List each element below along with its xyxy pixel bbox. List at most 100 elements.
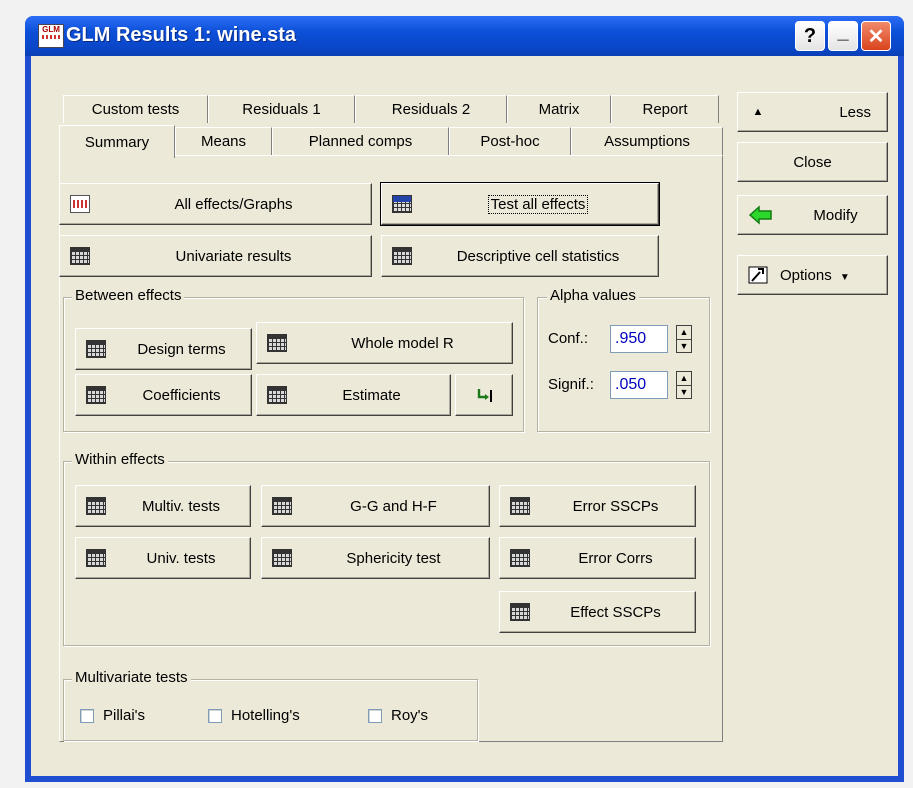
button-label: Error Corrs [578, 549, 653, 567]
button-label: Univariate results [175, 247, 292, 265]
gg-hf-button[interactable]: G-G and H-F [261, 485, 490, 527]
error-corrs-button[interactable]: Error Corrs [499, 537, 696, 579]
button-label: Close [793, 153, 832, 171]
help-icon: ? [803, 24, 817, 47]
tab-assumptions[interactable]: Assumptions [571, 127, 723, 155]
within-effects-title: Within effects [72, 451, 168, 468]
tab-label: Residuals 2 [391, 101, 471, 118]
button-label: Estimate [342, 386, 401, 404]
options-label: Options [780, 266, 832, 284]
estimate-button[interactable]: Estimate [256, 374, 451, 416]
spreadsheet-icon [267, 386, 287, 404]
spreadsheet-icon [272, 497, 292, 515]
signif-input[interactable]: .050 [610, 371, 668, 399]
minimize-icon: _ [837, 20, 849, 43]
minimize-button[interactable]: _ [828, 21, 858, 51]
close-icon: ✕ [867, 25, 885, 48]
between-effects-title: Between effects [72, 287, 185, 304]
multiv-tests-button[interactable]: Multiv. tests [75, 485, 251, 527]
spin-down-icon[interactable]: ▼ [677, 385, 691, 399]
tab-summary[interactable]: Summary [59, 125, 175, 158]
button-label: Options ▼ [768, 267, 887, 284]
less-button[interactable]: ▲ Less [737, 92, 888, 132]
spreadsheet-icon [267, 334, 287, 352]
signif-label: Signif.: [548, 376, 594, 393]
test-all-effects-button[interactable]: Test all effects [380, 182, 660, 226]
univ-tests-button[interactable]: Univ. tests [75, 537, 251, 579]
help-button[interactable]: ? [795, 21, 825, 51]
button-label: Sphericity test [346, 549, 441, 567]
coefficients-button[interactable]: Coefficients [75, 374, 252, 416]
tab-label: Report [642, 101, 688, 118]
button-label: Multiv. tests [141, 497, 221, 515]
tab-label: Residuals 1 [242, 101, 321, 118]
spreadsheet-icon [272, 549, 292, 567]
spreadsheet-icon [86, 549, 106, 567]
estimate-options-button[interactable] [455, 374, 513, 416]
conf-input[interactable]: .950 [610, 325, 668, 353]
tab-label: Planned comps [308, 133, 413, 150]
spreadsheet-icon [86, 340, 106, 358]
arrow-left-icon [748, 205, 772, 225]
button-label: Coefficients [142, 386, 221, 404]
hotellings-checkbox[interactable]: Hotelling's [208, 707, 300, 724]
wrench-icon [748, 266, 768, 284]
tab-means[interactable]: Means [175, 127, 272, 155]
glm-app-icon: GLM [38, 24, 64, 48]
tab-residuals-2[interactable]: Residuals 2 [355, 95, 507, 123]
checkbox-label: Roy's [391, 707, 429, 724]
spin-up-icon[interactable]: ▲ [677, 326, 691, 339]
button-label: Error SSCPs [572, 497, 659, 515]
checkbox-box[interactable] [208, 708, 222, 723]
window-title: GLM Results 1: wine.sta [66, 24, 297, 46]
signif-spinner[interactable]: ▲ ▼ [676, 371, 692, 399]
checkbox-box[interactable] [80, 708, 94, 723]
sphericity-test-button[interactable]: Sphericity test [261, 537, 490, 579]
design-terms-button[interactable]: Design terms [75, 328, 252, 370]
spreadsheet-icon [70, 247, 90, 265]
tab-report[interactable]: Report [611, 95, 719, 123]
tab-residuals-1[interactable]: Residuals 1 [208, 95, 355, 123]
checkbox-label: Pillai's [103, 707, 146, 724]
options-menu-button[interactable]: Options ▼ [737, 255, 888, 295]
spreadsheet-icon [86, 386, 106, 404]
summary-table-icon [392, 195, 412, 213]
spreadsheet-icon [392, 247, 412, 265]
tab-label: Assumptions [604, 133, 690, 150]
button-label: Whole model R [351, 334, 454, 352]
all-effects-graphs-button[interactable]: All effects/Graphs [59, 183, 372, 225]
arrow-down-right-icon [477, 389, 492, 402]
modify-button[interactable]: Modify [737, 195, 888, 235]
alpha-values-title: Alpha values [547, 287, 639, 304]
tab-custom-tests[interactable]: Custom tests [63, 95, 208, 123]
univariate-results-button[interactable]: Univariate results [59, 235, 372, 277]
button-label: Descriptive cell statistics [456, 247, 620, 265]
alpha-values-group [537, 297, 710, 432]
close-button[interactable]: Close [737, 142, 888, 182]
tab-label: Custom tests [91, 101, 180, 118]
pillais-checkbox[interactable]: Pillai's [80, 707, 145, 724]
descriptive-cell-statistics-button[interactable]: Descriptive cell statistics [381, 235, 659, 277]
button-label: Effect SSCPs [570, 603, 661, 621]
whole-model-r-button[interactable]: Whole model R [256, 322, 513, 364]
checkbox-label: Hotelling's [231, 707, 300, 724]
effect-sscps-button[interactable]: Effect SSCPs [499, 591, 696, 633]
roys-checkbox[interactable]: Roy's [368, 707, 428, 724]
button-label: Modify [813, 206, 858, 224]
spin-down-icon[interactable]: ▼ [677, 339, 691, 353]
button-label: All effects/Graphs [174, 195, 293, 213]
tab-label: Summary [84, 133, 150, 151]
checkbox-box[interactable] [368, 708, 382, 723]
window-close-button[interactable]: ✕ [861, 21, 891, 51]
tab-matrix[interactable]: Matrix [507, 95, 611, 123]
error-sscps-button[interactable]: Error SSCPs [499, 485, 696, 527]
button-label: G-G and H-F [350, 497, 437, 515]
conf-spinner[interactable]: ▲ ▼ [676, 325, 692, 353]
tab-label: Matrix [538, 101, 580, 118]
button-label: Design terms [137, 340, 226, 358]
spin-up-icon[interactable]: ▲ [677, 372, 691, 385]
tab-post-hoc[interactable]: Post-hoc [449, 127, 571, 155]
tab-planned-comps[interactable]: Planned comps [272, 127, 449, 155]
tab-label: Post-hoc [480, 133, 540, 150]
spreadsheet-icon [510, 497, 530, 515]
